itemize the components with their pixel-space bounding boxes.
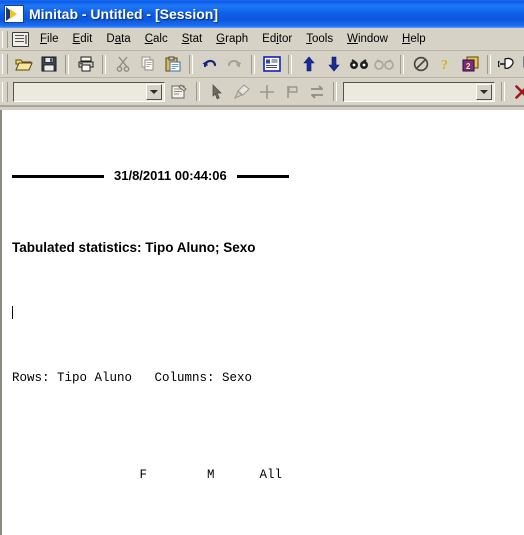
- worksheet-toolbar: [0, 78, 524, 107]
- menu-item-edit[interactable]: Edit: [66, 30, 100, 48]
- toolbar-separator: [400, 54, 404, 74]
- column-combo[interactable]: [13, 81, 165, 102]
- svg-text:?: ?: [441, 58, 448, 72]
- analysis-title: Tabulated statistics: Tipo Aluno; Sexo: [12, 240, 256, 256]
- help-icon[interactable]: ?: [434, 53, 457, 75]
- toolbar-separator: [196, 82, 200, 101]
- toolbar-separator: [487, 54, 491, 74]
- stat-guide-icon[interactable]: 2: [459, 53, 482, 75]
- pointer-icon[interactable]: [205, 81, 228, 103]
- chevron-down-icon[interactable]: [146, 83, 162, 100]
- chevron-down-icon[interactable]: [476, 83, 492, 100]
- undo-icon[interactable]: [198, 53, 221, 75]
- menu-item-editor[interactable]: Editor: [255, 30, 299, 48]
- save-icon[interactable]: [37, 53, 60, 75]
- minitab-chevron-logo-icon: [4, 5, 24, 23]
- toolbar-separator: [501, 82, 505, 101]
- standard-toolbar: ? 2: [0, 51, 524, 78]
- svg-text:2: 2: [466, 62, 471, 71]
- find-icon[interactable]: [347, 53, 370, 75]
- window-title: Minitab - Untitled - [Session]: [29, 6, 218, 22]
- edit-properties-icon[interactable]: [168, 81, 191, 103]
- copy-icon[interactable]: [136, 53, 159, 75]
- timestamp-divider: 31/8/2011 00:44:06: [12, 167, 524, 186]
- open-icon[interactable]: [12, 53, 35, 75]
- toolbar-separator: [65, 54, 69, 74]
- divider-rule-left: [12, 174, 104, 178]
- toolbar-drag-grip[interactable]: [2, 81, 8, 102]
- cancel-icon[interactable]: [409, 53, 432, 75]
- menu-item-help[interactable]: Help: [395, 30, 433, 48]
- brush-icon[interactable]: [230, 81, 253, 103]
- menu-item-data[interactable]: Data: [99, 30, 137, 48]
- title-bar: Minitab - Untitled - [Session]: [0, 0, 524, 28]
- menu-bar: File Edit Data Calc Stat Graph Editor To…: [0, 28, 524, 51]
- crosshair-icon[interactable]: [255, 81, 278, 103]
- text-caret: [12, 306, 524, 321]
- menu-item-graph[interactable]: Graph: [209, 30, 255, 48]
- search-combo[interactable]: [343, 81, 495, 102]
- divider-rule-right: [236, 174, 289, 178]
- menu-item-window[interactable]: Window: [340, 30, 395, 48]
- cut-icon[interactable]: [111, 53, 134, 75]
- toolbar-separator: [288, 54, 292, 74]
- project-manager-icon[interactable]: [496, 53, 519, 75]
- menu-drag-grip[interactable]: [2, 30, 8, 48]
- table-header-line: Rows: Tipo Aluno Columns: Sexo: [12, 370, 253, 385]
- toolbar-separator: [189, 54, 193, 74]
- toolbar-drag-grip[interactable]: [2, 54, 8, 74]
- swap-icon[interactable]: [305, 81, 328, 103]
- session-window-icon[interactable]: [260, 53, 283, 75]
- session-output: 31/8/2011 00:44:06 Tabulated statistics:…: [2, 110, 524, 535]
- toolbar-separator: [102, 54, 106, 74]
- menu-item-tools[interactable]: Tools: [299, 30, 340, 48]
- find-next-icon[interactable]: [372, 53, 395, 75]
- menu-item-calc[interactable]: Calc: [138, 30, 175, 48]
- print-icon[interactable]: [74, 53, 97, 75]
- table-column-headers: F M All: [12, 467, 283, 482]
- menu-item-stat[interactable]: Stat: [175, 30, 209, 48]
- paste-icon[interactable]: [161, 53, 184, 75]
- menu-item-file[interactable]: File: [33, 30, 66, 48]
- session-timestamp: 31/8/2011 00:44:06: [114, 168, 227, 183]
- toolbar-separator: [333, 82, 337, 101]
- session-window-icon[interactable]: [12, 31, 29, 47]
- minitab-application-window: Minitab - Untitled - [Session] File Edit…: [0, 0, 524, 535]
- arrow-down-icon[interactable]: [322, 53, 345, 75]
- redo-icon[interactable]: [223, 53, 246, 75]
- session-window[interactable]: 31/8/2011 00:44:06 Tabulated statistics:…: [0, 110, 524, 535]
- toolbar-separator: [251, 54, 255, 74]
- delete-icon[interactable]: [510, 81, 524, 103]
- flag-icon[interactable]: [280, 81, 303, 103]
- arrow-up-icon[interactable]: [297, 53, 320, 75]
